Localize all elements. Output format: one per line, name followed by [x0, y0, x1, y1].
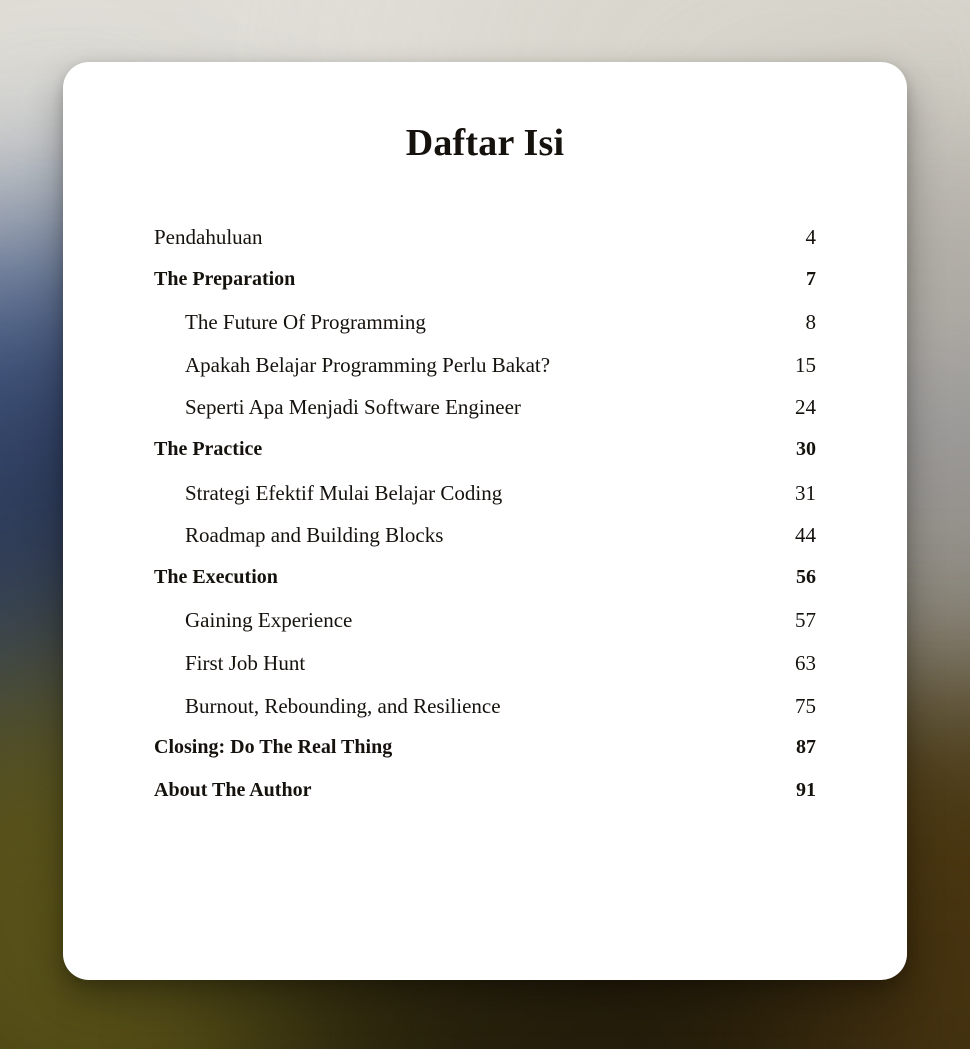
toc-entry-label: First Job Hunt: [185, 650, 306, 675]
toc-entry[interactable]: First Job Hunt 63: [154, 651, 816, 694]
toc-entry[interactable]: Burnout, Rebounding, and Resilience 75: [154, 694, 816, 737]
toc-entry[interactable]: The Preparation 7: [154, 268, 816, 311]
toc-entry-page-number: 57: [795, 608, 816, 633]
toc-entry-page-number: 75: [795, 693, 816, 718]
toc-entry-page-number: 15: [795, 352, 816, 377]
toc-entry-label: The Future Of Programming: [185, 310, 426, 335]
toc-entry[interactable]: Pendahuluan 4: [154, 225, 816, 268]
toc-entry[interactable]: Roadmap and Building Blocks 44: [154, 523, 816, 566]
toc-entry-page-number: 30: [796, 437, 816, 460]
toc-entry[interactable]: The Execution 56: [154, 566, 816, 609]
toc-entry[interactable]: The Practice 30: [154, 438, 816, 481]
toc-entry-label: About The Author: [154, 778, 312, 801]
toc-entry[interactable]: The Future Of Programming 8: [154, 310, 816, 353]
toc-entry-label: Pendahuluan: [154, 225, 263, 249]
toc-entry[interactable]: Closing: Do The Real Thing 87: [154, 736, 816, 779]
toc-entry[interactable]: Strategi Efektif Mulai Belajar Coding 31: [154, 481, 816, 524]
toc-entry-label: Strategi Efektif Mulai Belajar Coding: [185, 480, 503, 505]
page-card: Daftar Isi Pendahuluan 4 The Preparation 7 T…: [63, 62, 907, 980]
toc-entry-page-number: 44: [795, 523, 816, 548]
toc-entry-page-number: 7: [806, 267, 816, 290]
toc-entry-label: Apakah Belajar Programming Perlu Bakat?: [185, 352, 551, 377]
toc-entry-page-number: 63: [795, 650, 816, 675]
toc-entry-label: The Preparation: [154, 267, 296, 290]
toc-entry-page-number: 24: [795, 395, 816, 420]
toc-entry-label: Gaining Experience: [185, 608, 353, 633]
toc-entry-label: Roadmap and Building Blocks: [185, 523, 444, 548]
toc-entry-page-number: 56: [796, 565, 816, 588]
toc-entry[interactable]: Seperti Apa Menjadi Software Engineer 24: [154, 395, 816, 438]
toc-entry-page-number: 8: [805, 310, 817, 335]
toc-entry[interactable]: Gaining Experience 57: [154, 608, 816, 651]
toc-entry-label: Closing: Do The Real Thing: [154, 736, 393, 759]
table-of-contents: Pendahuluan 4 The Preparation 7 The Future O…: [63, 225, 907, 821]
toc-entry-label: Burnout, Rebounding, and Resilience: [185, 693, 501, 718]
toc-entry-label: The Practice: [154, 437, 263, 460]
toc-entry-page-number: 91: [796, 778, 816, 801]
toc-entry-page-number: 4: [805, 225, 817, 249]
toc-entry-label: Seperti Apa Menjadi Software Engineer: [185, 395, 521, 420]
toc-entry-page-number: 31: [795, 480, 816, 505]
page-title: Daftar Isi: [405, 122, 565, 164]
toc-entry[interactable]: About The Author 91: [154, 779, 816, 822]
toc-entry[interactable]: Apakah Belajar Programming Perlu Bakat? 1…: [154, 353, 816, 396]
toc-entry-label: The Execution: [154, 565, 278, 588]
toc-entry-page-number: 87: [796, 736, 816, 759]
